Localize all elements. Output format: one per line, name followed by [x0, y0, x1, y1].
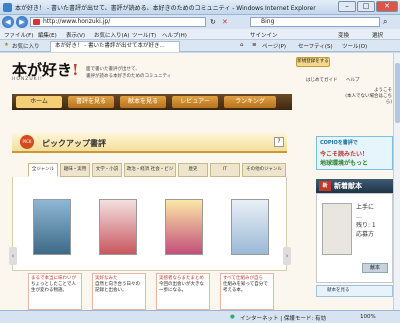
book-cover[interactable]	[231, 199, 269, 255]
url-text: http://www.honzuki.jp/	[43, 18, 111, 25]
tools-menu[interactable]: ツール(O)	[342, 42, 367, 50]
menu-edit[interactable]: 編集(E)	[38, 31, 57, 39]
scrollbar-thumb[interactable]	[395, 63, 400, 123]
nav-reviews[interactable]: 書評を見る	[68, 96, 114, 108]
search-icon[interactable]: ⌕	[383, 17, 387, 27]
copio-banner[interactable]: COPIOを書評で 今こそ読みたい！ 地球環境がもっと	[316, 136, 393, 170]
genre-tab-history[interactable]: 歴史	[178, 163, 208, 177]
logo-subtitle: HONZUKI!	[12, 77, 43, 82]
genre-tab-it[interactable]: IT	[210, 163, 240, 177]
signin-link[interactable]: サインイン	[250, 31, 278, 39]
status-bar: ● インターネット | 保護モード: 有効 100%	[0, 310, 400, 323]
help-link[interactable]: ヘルプ	[346, 77, 360, 83]
favorites-button[interactable]: お気に入り	[12, 42, 40, 50]
zoom-level[interactable]: 100%	[360, 314, 376, 320]
new-giveaway-header: 新 新着献本	[316, 179, 393, 193]
address-bar-row: ◀ ▶ http://www.honzuki.jp/ ↻ ✕ Bing ⌕	[0, 15, 400, 29]
command-bar: ★ お気に入り 本が好き！ - 書いた書評が出せて本が好き... ⌂ ≡ ページ…	[0, 40, 400, 52]
main-nav: ホーム 書評を見る 献本を見る レビュアー ランキング	[12, 94, 292, 110]
menu-tools[interactable]: ツール(T)	[132, 31, 156, 39]
pickup-badge: PICK UP	[20, 135, 34, 158]
guide-link[interactable]: はじめてガイド	[306, 77, 338, 83]
search-input[interactable]: Bing	[250, 17, 380, 27]
page-menu[interactable]: ページ(P)	[262, 42, 286, 50]
register-button[interactable]: 新規登録をする	[296, 57, 330, 67]
review-card[interactable]: すべて仕組みが自ら 仕組みを知って自分で考える本。	[220, 273, 274, 310]
book-cover[interactable]	[165, 199, 203, 255]
book-carousel: ‹ ›	[9, 177, 291, 271]
page-content: 本が好き! HONZUKI! 面で書いた書評が出せて、 書評が読める本好きのための…	[0, 53, 393, 310]
nav-giveaway[interactable]: 献本を見る	[120, 96, 166, 108]
review-card[interactable]: まるで本当に味わいが ちょっとしたことで人生が変わる物語。	[28, 273, 82, 310]
scrollbar[interactable]	[393, 53, 400, 310]
giveaway-book-cover[interactable]	[322, 203, 352, 255]
menu-favorites[interactable]: お気に入り(A)	[94, 31, 130, 39]
address-input[interactable]: http://www.honzuki.jp/	[30, 17, 206, 27]
welcome-text: ようこそ (本人でない場合はこちら)	[345, 88, 392, 105]
feed-icon[interactable]: ≡	[252, 42, 257, 48]
ie-icon	[3, 3, 12, 12]
book-cover[interactable]	[33, 199, 71, 255]
giveaway-text: 上手に… 残り: 1 応募方	[356, 204, 376, 238]
tagline: 面で書いた書評が出せて、 書評が読める本好きのためのコミュニティ	[86, 67, 172, 79]
maximize-button[interactable]: □	[357, 1, 375, 12]
minimize-button[interactable]: –	[338, 1, 356, 12]
home-icon[interactable]: ⌂	[240, 42, 244, 48]
review-card[interactable]: 実好なみた 自然と向き合う日々の記録と出会い。	[92, 273, 146, 310]
nav-home[interactable]: ホーム	[16, 96, 62, 108]
book-cover[interactable]	[99, 199, 137, 255]
zone-text: インターネット | 保護モード: 有効	[240, 316, 326, 322]
genre-tab-hobby[interactable]: 趣味・実用	[60, 163, 90, 177]
nav-reviewers[interactable]: レビュアー	[172, 96, 218, 108]
search-engine-label: Bing	[261, 18, 275, 25]
menu-bar: ファイル(F) 編集(E) 表示(V) お気に入り(A) ツール(T) ヘルプ(…	[0, 29, 400, 40]
globe-icon: ●	[230, 314, 235, 320]
forward-icon[interactable]: ▶	[16, 16, 28, 28]
refresh-icon[interactable]: ↻	[210, 18, 216, 26]
browser-tab[interactable]: 本が好き！ - 書いた書評が出せて本が好き...	[50, 41, 180, 52]
help-icon[interactable]: ?	[274, 137, 284, 147]
menu-file[interactable]: ファイル(F)	[4, 31, 33, 39]
back-icon[interactable]: ◀	[2, 16, 14, 28]
pickup-title: ピックアップ書評	[42, 139, 106, 148]
review-card[interactable]: 実感者ならまたまとめ 今回の出会いが大きな一歩になる。	[156, 273, 210, 310]
genre-tab-other[interactable]: その他のジャンル	[242, 163, 286, 177]
genre-tab-business[interactable]: 政治・経済 社会・ビジネス	[124, 163, 176, 177]
star-icon[interactable]: ★	[4, 42, 9, 48]
giveaway-link[interactable]: 献本を見る	[316, 285, 393, 297]
pickup-header: PICK UP ピックアップ書評 ?	[12, 133, 287, 158]
nav-ranking[interactable]: ランキング	[224, 96, 276, 108]
menu-help[interactable]: ヘルプ(H)	[162, 31, 187, 39]
genre-tab-literature[interactable]: 文学・小説	[92, 163, 122, 177]
site-icon	[33, 19, 40, 25]
stop-icon[interactable]: ✕	[222, 18, 228, 26]
window-title: 本が好き！ - 書いた書評が出せて、書評が読める、本好きのためのコミュニティ -…	[15, 5, 316, 12]
safety-menu[interactable]: セーフティ(S)	[298, 42, 333, 50]
carousel-next-icon[interactable]: ›	[283, 247, 291, 265]
select-button[interactable]: 選択	[372, 31, 383, 39]
genre-tab-all[interactable]: 全ジャンル	[28, 163, 58, 177]
convert-button[interactable]: 変換	[338, 31, 349, 39]
giveaway-more-button[interactable]: 献本	[362, 263, 388, 273]
close-button[interactable]: ✕	[376, 1, 398, 12]
carousel-prev-icon[interactable]: ‹	[9, 247, 17, 265]
title-bar: 本が好き！ - 書いた書評が出せて、書評が読める、本好きのためのコミュニティ -…	[0, 0, 400, 15]
menu-view[interactable]: 表示(V)	[66, 31, 85, 39]
